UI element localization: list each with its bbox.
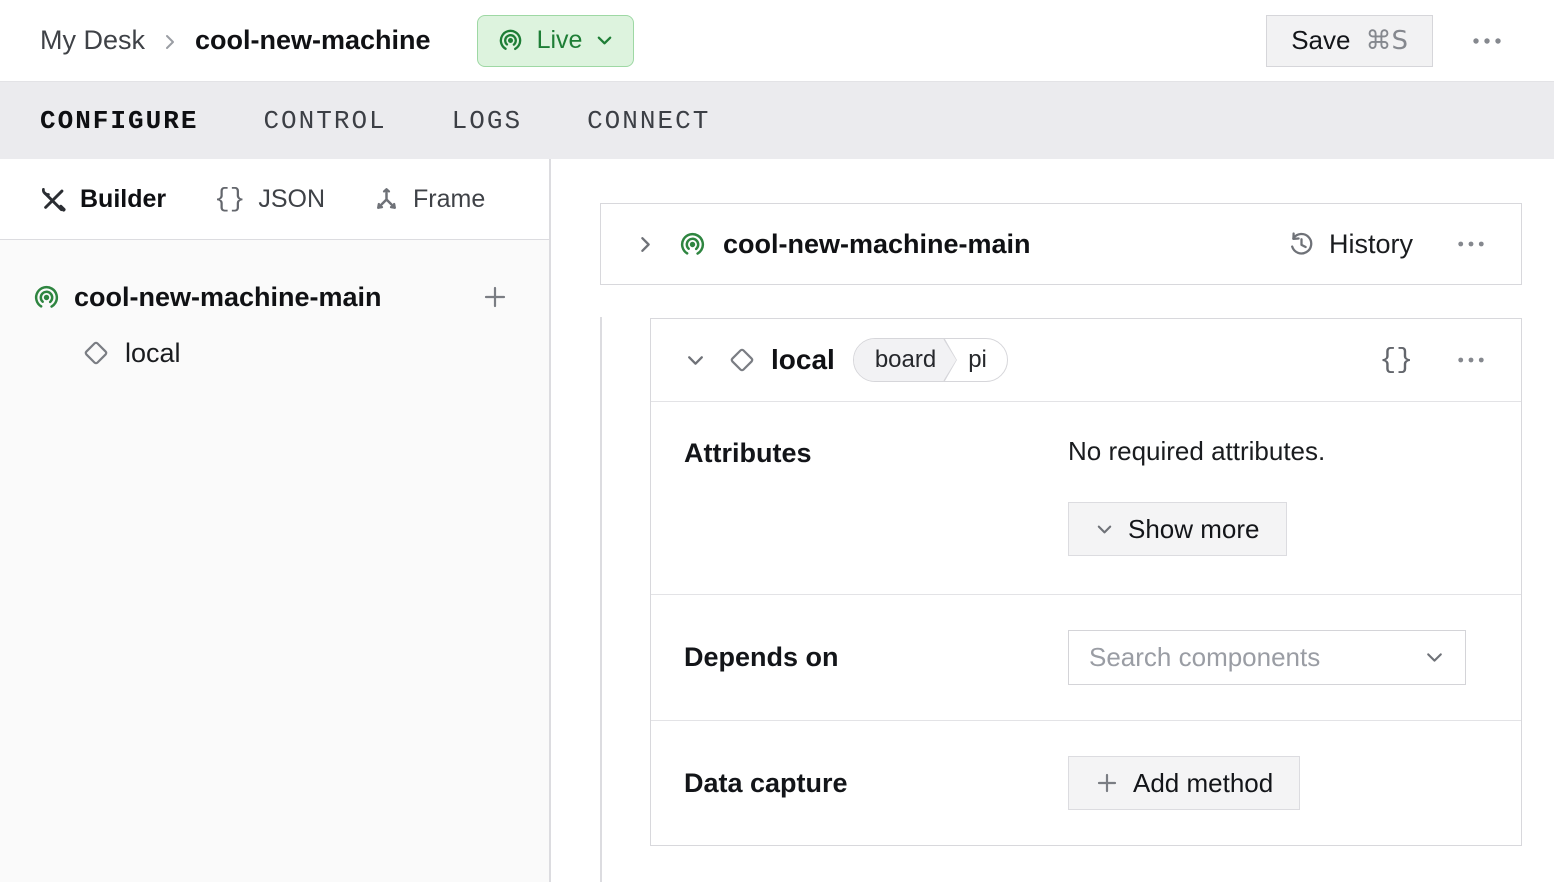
tab-control[interactable]: CONTROL [263, 106, 386, 136]
save-label: Save [1291, 25, 1350, 56]
ellipsis-icon [1457, 240, 1485, 248]
component-card-title: local [771, 344, 835, 376]
braces-icon: {} [1379, 345, 1413, 376]
chevron-down-icon [1424, 647, 1445, 668]
ellipsis-icon [1472, 37, 1502, 45]
mode-json-button[interactable]: {} JSON [214, 184, 325, 214]
tab-configure[interactable]: CONFIGURE [40, 106, 198, 136]
collapse-component-card-button[interactable] [681, 346, 710, 375]
status-label: Live [537, 26, 583, 55]
depends-on-section: Depends on Search components [651, 594, 1521, 720]
machine-status-dropdown[interactable]: Live [477, 15, 635, 67]
config-sidebar: Builder {} JSON Frame [0, 159, 551, 882]
breadcrumb-parent-link[interactable]: My Desk [40, 25, 145, 56]
view-json-button[interactable]: {} [1373, 339, 1419, 382]
main-tabbar: CONFIGURE CONTROL LOGS CONNECT [0, 81, 1554, 159]
data-capture-label: Data capture [684, 768, 1068, 799]
tab-connect[interactable]: CONNECT [587, 106, 710, 136]
history-button[interactable]: History [1287, 229, 1413, 260]
history-icon [1287, 230, 1316, 259]
machine-card-menu-button[interactable] [1451, 234, 1491, 254]
badge-model: pi [957, 339, 1007, 381]
braces-icon: {} [214, 184, 245, 214]
chevron-down-icon [685, 350, 706, 371]
nesting-spine [600, 317, 602, 882]
machine-part-tree: cool-new-machine-main local [0, 240, 549, 374]
tree-item-local[interactable]: local [0, 332, 549, 374]
machine-card-title: cool-new-machine-main [723, 229, 1031, 260]
header-actions: Save ⌘S [1266, 15, 1508, 67]
diamond-icon [728, 346, 756, 374]
badge-type: board [854, 339, 956, 381]
attributes-section: Attributes No required attributes. Show … [651, 402, 1521, 594]
header-overflow-menu-button[interactable] [1466, 31, 1508, 51]
component-type-badge: board pi [853, 338, 1008, 382]
data-capture-section: Data capture Add method [651, 720, 1521, 845]
save-shortcut: ⌘S [1365, 26, 1408, 56]
broadcast-icon [497, 27, 524, 54]
mode-builder-label: Builder [80, 185, 166, 214]
save-button[interactable]: Save ⌘S [1266, 15, 1433, 67]
add-method-label: Add method [1133, 768, 1273, 799]
frame-axes-icon [373, 186, 400, 213]
attributes-label: Attributes [684, 438, 1068, 556]
component-header-actions: {} [1373, 339, 1491, 382]
broadcast-icon [32, 283, 61, 312]
chevron-right-icon [161, 33, 179, 51]
chevron-right-icon [635, 234, 656, 255]
depends-on-placeholder: Search components [1089, 642, 1320, 673]
mode-frame-button[interactable]: Frame [373, 185, 485, 214]
attributes-empty-text: No required attributes. [1068, 436, 1325, 466]
config-main-panel: cool-new-machine-main History [551, 159, 1554, 882]
tree-machine-label: cool-new-machine-main [74, 282, 382, 313]
broadcast-icon [678, 230, 707, 259]
view-mode-switcher: Builder {} JSON Frame [0, 159, 549, 240]
tree-item-machine-main[interactable]: cool-new-machine-main [0, 276, 549, 318]
tab-logs[interactable]: LOGS [452, 106, 522, 136]
mode-builder-button[interactable]: Builder [40, 185, 166, 214]
history-label: History [1329, 229, 1413, 260]
component-card-menu-button[interactable] [1451, 350, 1491, 370]
attributes-body: No required attributes. Show more [1068, 438, 1325, 556]
breadcrumb-current: cool-new-machine [195, 25, 431, 56]
add-method-button[interactable]: Add method [1068, 756, 1300, 810]
expand-machine-card-button[interactable] [631, 230, 660, 259]
breadcrumb: My Desk cool-new-machine [40, 25, 431, 56]
machine-part-card: cool-new-machine-main History [600, 203, 1522, 285]
show-more-button[interactable]: Show more [1068, 502, 1287, 556]
mode-json-label: JSON [258, 185, 325, 214]
depends-on-select[interactable]: Search components [1068, 630, 1466, 685]
content-area: Builder {} JSON Frame [0, 159, 1554, 882]
depends-on-label: Depends on [684, 642, 1068, 673]
component-card-header: local board pi {} [651, 319, 1521, 402]
show-more-label: Show more [1128, 514, 1260, 545]
chevron-down-icon [1095, 520, 1114, 539]
top-header: My Desk cool-new-machine Live Save ⌘S [0, 0, 1554, 81]
add-component-button[interactable] [477, 279, 513, 315]
tree-local-label: local [125, 338, 181, 369]
diamond-icon [82, 339, 110, 367]
ellipsis-icon [1457, 356, 1485, 364]
plus-icon [1095, 771, 1119, 795]
plus-icon [481, 283, 509, 311]
mode-frame-label: Frame [413, 185, 485, 214]
chevron-down-icon [595, 31, 614, 50]
component-card-local: local board pi {} [650, 318, 1522, 846]
tools-icon [40, 186, 67, 213]
